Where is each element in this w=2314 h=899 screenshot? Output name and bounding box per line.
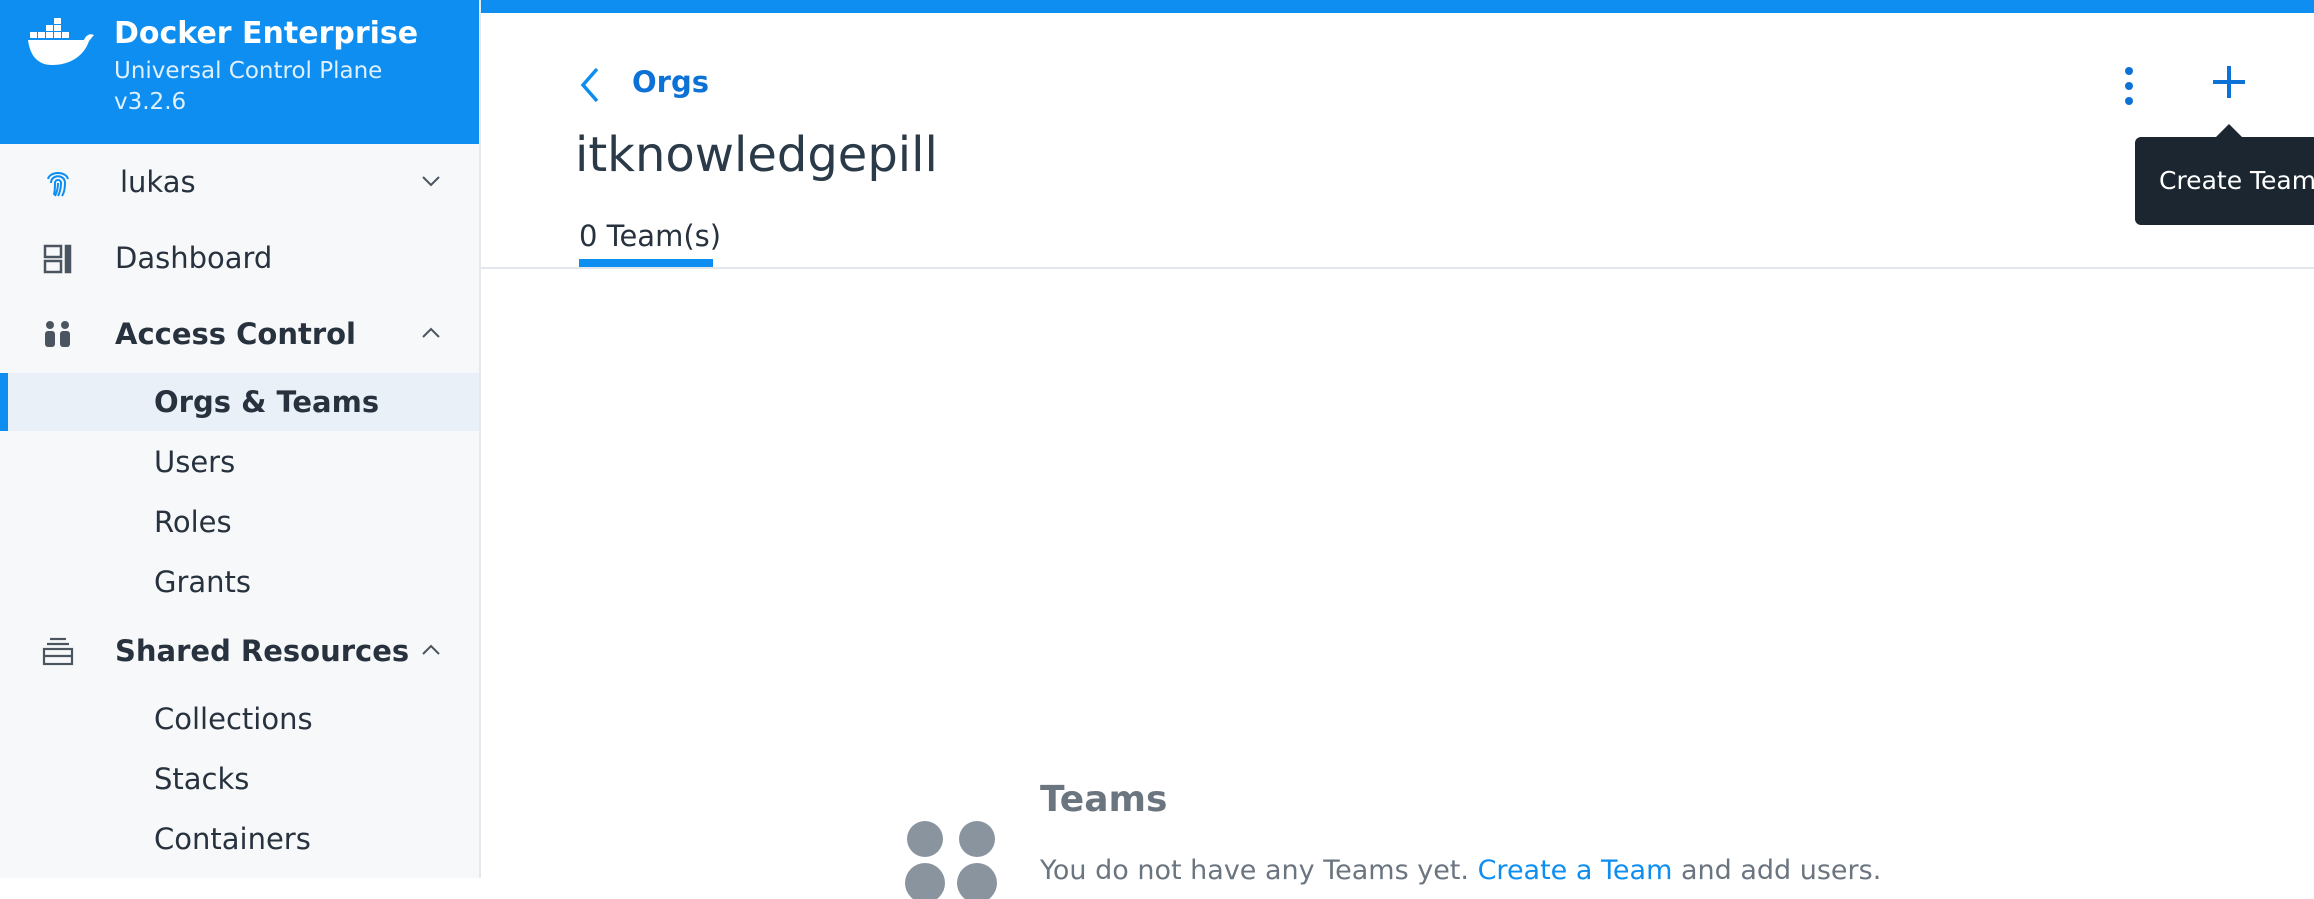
dashboard-icon	[43, 244, 72, 274]
empty-state-text-after: and add users.	[1672, 855, 1882, 886]
sidebar-item-containers[interactable]: Containers	[0, 810, 479, 868]
add-icon[interactable]	[2206, 59, 2252, 105]
page-title: itknowledgepill	[575, 127, 938, 183]
sidebar-item-grants[interactable]: Grants	[0, 553, 479, 611]
sidebar-item-label: Roles	[154, 505, 232, 539]
create-team-link[interactable]: Create a Team	[1478, 855, 1673, 886]
tab-teams[interactable]: 0 Team(s)	[579, 219, 721, 253]
create-team-tooltip: Create Team	[2135, 137, 2314, 225]
sidebar-user-menu[interactable]: lukas	[0, 151, 479, 211]
fingerprint-icon	[47, 172, 69, 197]
tab-active-indicator	[579, 259, 713, 267]
sidebar-item-label: Collections	[154, 702, 313, 736]
sidebar-item-roles[interactable]: Roles	[0, 493, 479, 551]
teams-icon	[905, 821, 997, 899]
more-options-icon[interactable]	[2117, 63, 2141, 109]
empty-state-title: Teams	[1040, 779, 1168, 820]
people-icon	[45, 321, 70, 347]
sidebar-item-collections[interactable]: Collections	[0, 690, 479, 748]
back-arrow-icon[interactable]	[575, 64, 605, 106]
chevron-up-icon	[422, 327, 440, 338]
sidebar: Docker Enterprise Universal Control Plan…	[0, 0, 481, 878]
sidebar-item-stacks[interactable]: Stacks	[0, 750, 479, 808]
chevron-up-icon	[422, 644, 440, 655]
brand-version: v3.2.6	[114, 89, 187, 115]
tooltip-text: Create Team	[2159, 166, 2314, 195]
main-content: Orgs itknowledgepill 0 Team(s) Create Te…	[481, 13, 2314, 899]
breadcrumb[interactable]: Orgs	[632, 65, 709, 99]
sidebar-item-users[interactable]: Users	[0, 433, 479, 491]
sidebar-item-label: Dashboard	[115, 241, 273, 275]
sidebar-item-label: Grants	[154, 565, 252, 599]
empty-state-text: You do not have any Teams yet. Create a …	[1040, 855, 1881, 886]
sidebar-item-dashboard[interactable]: Dashboard	[0, 227, 479, 287]
sidebar-item-label: Containers	[154, 822, 311, 856]
sidebar-item-label: Users	[154, 445, 236, 479]
sidebar-item-orgs-teams[interactable]: Orgs & Teams	[0, 373, 479, 431]
sidebar-item-access-control[interactable]: Access Control	[0, 303, 479, 363]
tooltip-arrow	[2215, 124, 2243, 138]
sidebar-item-label: Access Control	[115, 317, 356, 351]
empty-state-text-before: You do not have any Teams yet.	[1040, 855, 1478, 886]
sidebar-item-shared-resources[interactable]: Shared Resources	[0, 620, 479, 680]
chevron-down-icon	[422, 176, 440, 187]
brand-subtitle: Universal Control Plane	[114, 58, 383, 84]
sidebar-user-label: lukas	[120, 165, 196, 199]
stack-icon	[42, 637, 74, 666]
brand-title: Docker Enterprise	[114, 16, 419, 51]
tab-divider	[481, 267, 2314, 269]
sidebar-item-label: Stacks	[154, 762, 250, 796]
docker-whale-icon	[28, 18, 94, 65]
sidebar-item-label: Orgs & Teams	[154, 385, 380, 419]
top-accent-bar	[480, 0, 2314, 13]
brand-header[interactable]: Docker Enterprise Universal Control Plan…	[0, 0, 479, 144]
sidebar-item-label: Shared Resources	[115, 634, 410, 668]
